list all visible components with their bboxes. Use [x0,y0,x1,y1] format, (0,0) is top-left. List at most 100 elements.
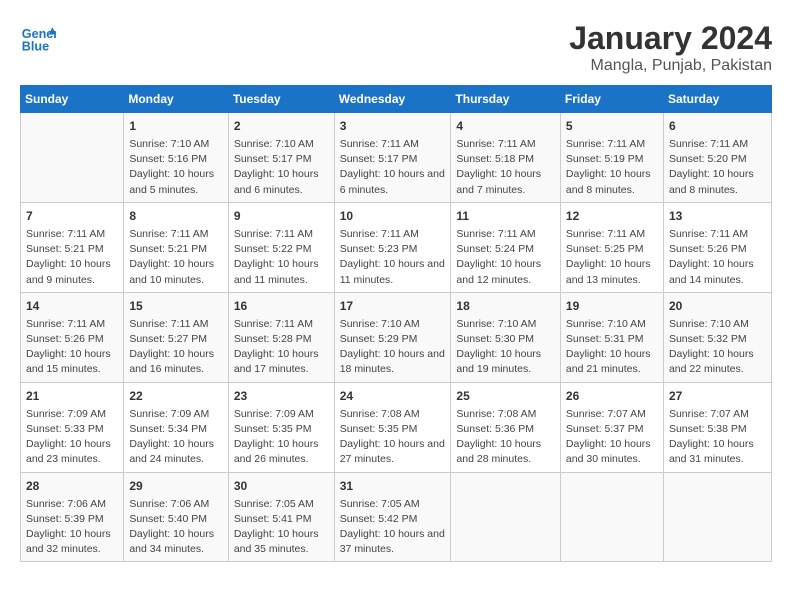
calendar-week-2: 7 Sunrise: 7:11 AM Sunset: 5:21 PM Daylig… [21,202,772,292]
calendar-week-1: 1Sunrise: 7:10 AM Sunset: 5:16 PM Daylig… [21,113,772,203]
day-info: Sunrise: 7:11 AM Sunset: 5:17 PM Dayligh… [340,137,446,198]
calendar-cell: 20Sunrise: 7:10 AM Sunset: 5:32 PM Dayli… [663,292,771,382]
day-number: 4 [456,117,555,135]
header-tuesday: Tuesday [228,86,334,113]
day-info: Sunrise: 7:11 AM Sunset: 5:24 PM Dayligh… [456,227,555,288]
day-number: 18 [456,297,555,315]
day-info: Sunrise: 7:10 AM Sunset: 5:17 PM Dayligh… [234,137,329,198]
day-number: 13 [669,207,766,225]
day-info: Sunrise: 7:06 AM Sunset: 5:40 PM Dayligh… [129,497,222,558]
header-friday: Friday [560,86,663,113]
day-info: Sunrise: 7:11 AM Sunset: 5:25 PM Dayligh… [566,227,658,288]
day-number: 17 [340,297,446,315]
day-info: Sunrise: 7:11 AM Sunset: 5:21 PM Dayligh… [129,227,222,288]
day-number: 21 [26,387,118,405]
header-wednesday: Wednesday [334,86,451,113]
calendar-cell: 17Sunrise: 7:10 AM Sunset: 5:29 PM Dayli… [334,292,451,382]
calendar-week-3: 14 Sunrise: 7:11 AM Sunset: 5:26 PM Dayli… [21,292,772,382]
day-number: 29 [129,477,222,495]
calendar-cell [560,472,663,562]
day-number: 12 [566,207,658,225]
day-info: Sunrise: 7:11 AM Sunset: 5:18 PM Dayligh… [456,137,555,198]
day-number: 30 [234,477,329,495]
day-info: Sunrise: 7:08 AM Sunset: 5:35 PM Dayligh… [340,407,446,468]
calendar-cell: 29 Sunrise: 7:06 AM Sunset: 5:40 PM Dayli… [124,472,228,562]
calendar-cell: 12 Sunrise: 7:11 AM Sunset: 5:25 PM Dayli… [560,202,663,292]
calendar-cell: 25 Sunrise: 7:08 AM Sunset: 5:36 PM Dayli… [451,382,561,472]
page-title: January 2024 [569,20,772,57]
day-info: Sunrise: 7:07 AM Sunset: 5:37 PM Dayligh… [566,407,658,468]
day-number: 24 [340,387,446,405]
day-info: Sunrise: 7:10 AM Sunset: 5:31 PM Dayligh… [566,317,658,378]
day-info: Sunrise: 7:10 AM Sunset: 5:32 PM Dayligh… [669,317,766,378]
day-number: 3 [340,117,446,135]
day-number: 15 [129,297,222,315]
day-info: Sunrise: 7:11 AM Sunset: 5:26 PM Dayligh… [26,317,118,378]
calendar-cell [663,472,771,562]
day-info: Sunrise: 7:08 AM Sunset: 5:36 PM Dayligh… [456,407,555,468]
day-info: Sunrise: 7:11 AM Sunset: 5:22 PM Dayligh… [234,227,329,288]
calendar-week-5: 28 Sunrise: 7:06 AM Sunset: 5:39 PM Dayli… [21,472,772,562]
day-number: 10 [340,207,446,225]
header-row: Sunday Monday Tuesday Wednesday Thursday… [21,86,772,113]
svg-text:Blue: Blue [22,40,49,54]
day-info: Sunrise: 7:06 AM Sunset: 5:39 PM Dayligh… [26,497,118,558]
day-number: 16 [234,297,329,315]
day-info: Sunrise: 7:11 AM Sunset: 5:23 PM Dayligh… [340,227,446,288]
calendar-cell: 7 Sunrise: 7:11 AM Sunset: 5:21 PM Daylig… [21,202,124,292]
calendar-cell: 14 Sunrise: 7:11 AM Sunset: 5:26 PM Dayli… [21,292,124,382]
calendar-cell: 24 Sunrise: 7:08 AM Sunset: 5:35 PM Dayli… [334,382,451,472]
calendar-cell: 27Sunrise: 7:07 AM Sunset: 5:38 PM Dayli… [663,382,771,472]
calendar-cell: 22Sunrise: 7:09 AM Sunset: 5:34 PM Dayli… [124,382,228,472]
header-sunday: Sunday [21,86,124,113]
day-info: Sunrise: 7:09 AM Sunset: 5:35 PM Dayligh… [234,407,329,468]
day-number: 26 [566,387,658,405]
calendar-cell: 1Sunrise: 7:10 AM Sunset: 5:16 PM Daylig… [124,113,228,203]
day-info: Sunrise: 7:05 AM Sunset: 5:41 PM Dayligh… [234,497,329,558]
page-header: General Blue January 2024 Mangla, Punjab… [20,20,772,75]
day-number: 2 [234,117,329,135]
day-number: 1 [129,117,222,135]
day-number: 14 [26,297,118,315]
header-saturday: Saturday [663,86,771,113]
day-number: 19 [566,297,658,315]
day-info: Sunrise: 7:11 AM Sunset: 5:20 PM Dayligh… [669,137,766,198]
calendar-cell [21,113,124,203]
day-number: 8 [129,207,222,225]
day-info: Sunrise: 7:07 AM Sunset: 5:38 PM Dayligh… [669,407,766,468]
day-number: 11 [456,207,555,225]
header-monday: Monday [124,86,228,113]
day-number: 22 [129,387,222,405]
day-info: Sunrise: 7:11 AM Sunset: 5:27 PM Dayligh… [129,317,222,378]
day-info: Sunrise: 7:11 AM Sunset: 5:28 PM Dayligh… [234,317,329,378]
calendar-header: Sunday Monday Tuesday Wednesday Thursday… [21,86,772,113]
calendar-cell: 2 Sunrise: 7:10 AM Sunset: 5:17 PM Daylig… [228,113,334,203]
calendar-cell: 6Sunrise: 7:11 AM Sunset: 5:20 PM Daylig… [663,113,771,203]
calendar-cell: 21 Sunrise: 7:09 AM Sunset: 5:33 PM Dayli… [21,382,124,472]
calendar-cell: 11 Sunrise: 7:11 AM Sunset: 5:24 PM Dayli… [451,202,561,292]
day-number: 25 [456,387,555,405]
day-number: 23 [234,387,329,405]
calendar-cell: 19 Sunrise: 7:10 AM Sunset: 5:31 PM Dayli… [560,292,663,382]
day-number: 9 [234,207,329,225]
calendar-cell: 9 Sunrise: 7:11 AM Sunset: 5:22 PM Daylig… [228,202,334,292]
calendar-cell: 8 Sunrise: 7:11 AM Sunset: 5:21 PM Daylig… [124,202,228,292]
calendar-cell: 16 Sunrise: 7:11 AM Sunset: 5:28 PM Dayli… [228,292,334,382]
day-info: Sunrise: 7:11 AM Sunset: 5:21 PM Dayligh… [26,227,118,288]
day-info: Sunrise: 7:10 AM Sunset: 5:30 PM Dayligh… [456,317,555,378]
title-block: January 2024 Mangla, Punjab, Pakistan [569,20,772,75]
header-thursday: Thursday [451,86,561,113]
day-number: 28 [26,477,118,495]
calendar-cell: 13 Sunrise: 7:11 AM Sunset: 5:26 PM Dayli… [663,202,771,292]
day-number: 5 [566,117,658,135]
page-subtitle: Mangla, Punjab, Pakistan [569,57,772,75]
day-number: 7 [26,207,118,225]
calendar-cell: 3 Sunrise: 7:11 AM Sunset: 5:17 PM Daylig… [334,113,451,203]
calendar-cell: 5Sunrise: 7:11 AM Sunset: 5:19 PM Daylig… [560,113,663,203]
calendar-cell: 4 Sunrise: 7:11 AM Sunset: 5:18 PM Daylig… [451,113,561,203]
logo: General Blue [20,20,56,56]
calendar-cell: 26 Sunrise: 7:07 AM Sunset: 5:37 PM Dayli… [560,382,663,472]
day-info: Sunrise: 7:09 AM Sunset: 5:33 PM Dayligh… [26,407,118,468]
calendar-cell: 10 Sunrise: 7:11 AM Sunset: 5:23 PM Dayli… [334,202,451,292]
day-info: Sunrise: 7:11 AM Sunset: 5:26 PM Dayligh… [669,227,766,288]
